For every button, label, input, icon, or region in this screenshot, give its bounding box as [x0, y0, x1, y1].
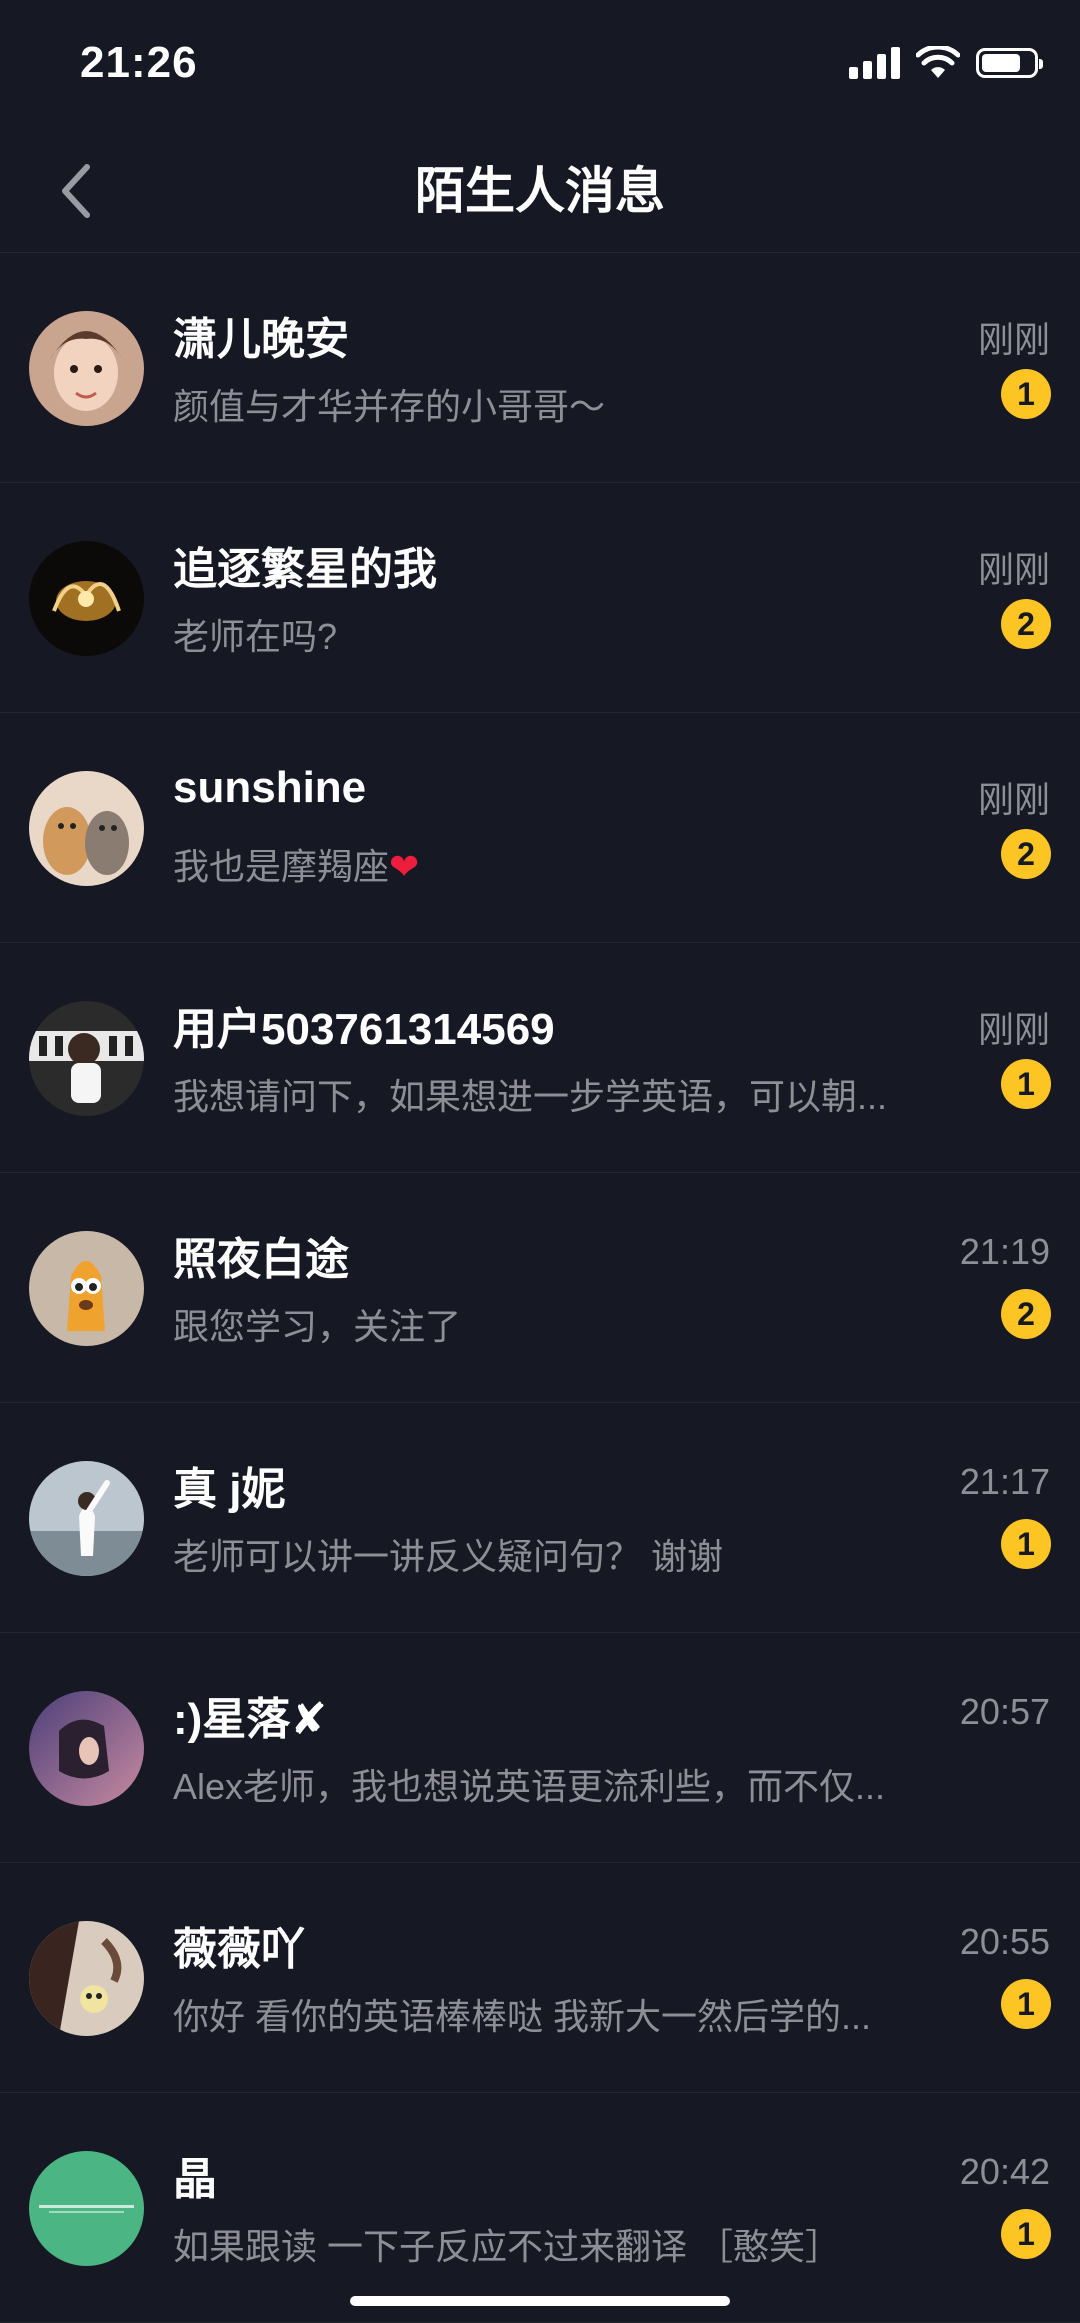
contact-name: 晶 — [173, 2155, 217, 2204]
message-time: 刚刚 — [977, 319, 1050, 360]
message-time: 20:57 — [959, 1691, 1050, 1732]
nav-bar: 陌生人消息 — [0, 130, 1080, 253]
conversation-row[interactable]: 晶 如果跟读 一下子反应不过来翻译 ［憨笑］ 20:42 1 — [0, 2093, 1080, 2323]
message-time: 20:42 — [959, 2151, 1050, 2192]
message-preview: 老师在吗? — [173, 616, 338, 657]
conversation-list: 潇儿晚安 颜值与才华并存的小哥哥～ 刚刚 1 追逐繁星的我 老师在吗? 刚刚 2 — [0, 253, 1080, 2323]
unread-badge: 1 — [1001, 369, 1051, 419]
conversation-row[interactable]: 照夜白途 跟您学习，关注了 21:19 2 — [0, 1173, 1080, 1403]
message-time: 刚刚 — [977, 1009, 1050, 1050]
avatar — [29, 1691, 144, 1806]
heart-icon: ❤ — [389, 846, 420, 887]
message-preview-text: 我也是摩羯座 — [173, 846, 390, 887]
conversation-row[interactable]: 追逐繁星的我 老师在吗? 刚刚 2 — [0, 483, 1080, 713]
page-title: 陌生人消息 — [415, 163, 665, 219]
avatar — [29, 1001, 144, 1116]
status-bar: 21:26 — [0, 0, 1080, 130]
message-preview: 我也是摩羯座❤ — [173, 838, 943, 890]
status-icons — [849, 46, 1043, 80]
contact-name: 潇儿晚安 — [173, 315, 349, 364]
unread-badge: 1 — [1001, 1979, 1051, 2029]
unread-badge: 2 — [1001, 599, 1051, 649]
avatar — [29, 1461, 144, 1576]
message-time: 21:17 — [959, 1461, 1050, 1502]
contact-name: 薇薇吖 — [173, 1925, 305, 1974]
contact-name: sunshine — [173, 763, 367, 812]
avatar — [29, 311, 144, 426]
conversation-row[interactable]: 薇薇吖 你好 看你的英语棒棒哒 我新大一然后学的... 20:55 1 — [0, 1863, 1080, 2093]
battery-icon — [976, 48, 1043, 78]
wifi-icon — [916, 46, 960, 78]
contact-name: 真 j妮 — [173, 1465, 286, 1514]
message-preview: 跟您学习，关注了 — [173, 1306, 462, 1347]
contact-name: 用户503761314569 — [173, 1005, 555, 1054]
message-preview: 我想请问下，如果想进一步学英语，可以朝... — [173, 1076, 888, 1117]
conversation-row[interactable]: sunshine 我也是摩羯座❤ 刚刚 2 — [0, 713, 1080, 943]
message-preview: Alex老师，我也想说英语更流利些，而不仅... — [173, 1766, 886, 1807]
message-time: 20:55 — [959, 1921, 1050, 1962]
home-indicator — [350, 2296, 730, 2306]
avatar — [29, 2151, 144, 2266]
conversation-row[interactable]: 真 j妮 老师可以讲一讲反义疑问句？ 谢谢 21:17 1 — [0, 1403, 1080, 1633]
message-time: 刚刚 — [977, 549, 1050, 590]
avatar — [29, 1231, 144, 1346]
contact-name: 追逐繁星的我 — [173, 545, 437, 594]
message-time: 21:19 — [959, 1231, 1050, 1272]
conversation-row[interactable]: :)星落✘ Alex老师，我也想说英语更流利些，而不仅... 20:57 — [0, 1633, 1080, 1863]
unread-badge: 1 — [1001, 1059, 1051, 1109]
avatar — [29, 541, 144, 656]
message-preview: 你好 看你的英语棒棒哒 我新大一然后学的... — [173, 1996, 872, 2037]
conversation-row[interactable]: 用户503761314569 我想请问下，如果想进一步学英语，可以朝... 刚刚… — [0, 943, 1080, 1173]
avatar — [29, 771, 144, 886]
unread-badge: 2 — [1001, 1289, 1051, 1339]
unread-badge: 1 — [1001, 1519, 1051, 1569]
conversation-row[interactable]: 潇儿晚安 颜值与才华并存的小哥哥～ 刚刚 1 — [0, 253, 1080, 483]
message-preview: 颜值与才华并存的小哥哥～ — [173, 386, 606, 427]
avatar — [29, 1921, 144, 2036]
contact-name: :)星落✘ — [173, 1695, 328, 1744]
status-time: 21:26 — [80, 38, 198, 87]
message-preview: 老师可以讲一讲反义疑问句？ 谢谢 — [173, 1536, 724, 1577]
contact-name: 照夜白途 — [173, 1235, 349, 1284]
unread-badge: 2 — [1001, 829, 1051, 879]
message-time: 刚刚 — [977, 779, 1050, 820]
unread-badge: 1 — [1001, 2209, 1051, 2259]
signal-icon — [849, 47, 900, 79]
message-preview: 如果跟读 一下子反应不过来翻译 ［憨笑］ — [173, 2226, 842, 2267]
